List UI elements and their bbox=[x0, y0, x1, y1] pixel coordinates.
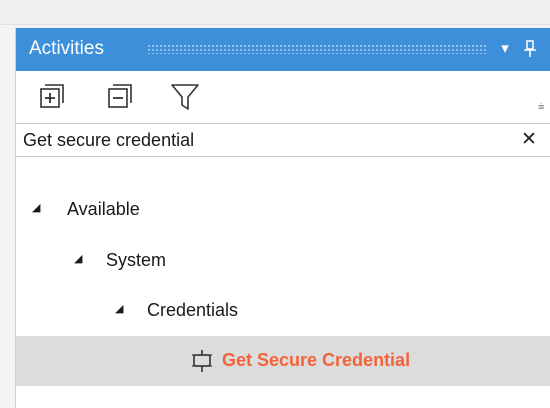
tree-node-label: Available bbox=[67, 199, 140, 219]
search-input[interactable] bbox=[23, 126, 503, 154]
panel-title: Activities bbox=[29, 38, 104, 59]
activity-icon bbox=[192, 350, 212, 372]
collapse-all-button[interactable] bbox=[104, 81, 136, 113]
expanded-arrow-icon[interactable]: ◢ bbox=[115, 303, 127, 315]
collapse-all-icon bbox=[108, 84, 132, 108]
tree-node-get-secure-credential[interactable]: Get Secure Credential bbox=[16, 336, 550, 386]
expand-all-button[interactable] bbox=[36, 81, 68, 113]
pin-icon[interactable] bbox=[519, 36, 541, 62]
activity-search-box: ✕ bbox=[16, 123, 550, 157]
tree-node-label: Credentials bbox=[147, 300, 239, 320]
toolbar-overflow-icon[interactable]: ⩧ bbox=[538, 101, 544, 113]
clear-search-icon[interactable]: ✕ bbox=[516, 125, 542, 155]
tree-node-system[interactable]: ◢ System bbox=[16, 236, 550, 286]
top-strip bbox=[0, 0, 550, 25]
panel-dropdown-icon[interactable]: ▾ bbox=[494, 36, 516, 62]
activities-panel: Activities ▾ ⩧ Get secure credential ✕ ◢… bbox=[15, 28, 550, 408]
pin-icon-shape bbox=[524, 40, 536, 57]
tree-node-label: System bbox=[106, 250, 167, 270]
expand-all-icon bbox=[40, 84, 64, 108]
titlebar-grip[interactable] bbox=[147, 44, 487, 54]
expanded-arrow-icon[interactable]: ◢ bbox=[74, 253, 86, 265]
tree-node-available[interactable]: ◢ Available bbox=[16, 185, 550, 235]
tree-node-credentials[interactable]: ◢ Credentials bbox=[16, 286, 550, 336]
panel-titlebar: Activities ▾ bbox=[16, 28, 550, 71]
filter-button[interactable] bbox=[169, 81, 201, 113]
activities-toolbar: ⩧ bbox=[16, 71, 550, 123]
expanded-arrow-icon[interactable]: ◢ bbox=[32, 202, 44, 214]
studio-window: Activities ▾ ⩧ Get secure credential ✕ ◢… bbox=[0, 0, 550, 408]
filter-icon bbox=[171, 84, 199, 110]
activity-label: Get Secure Credential bbox=[222, 350, 411, 370]
